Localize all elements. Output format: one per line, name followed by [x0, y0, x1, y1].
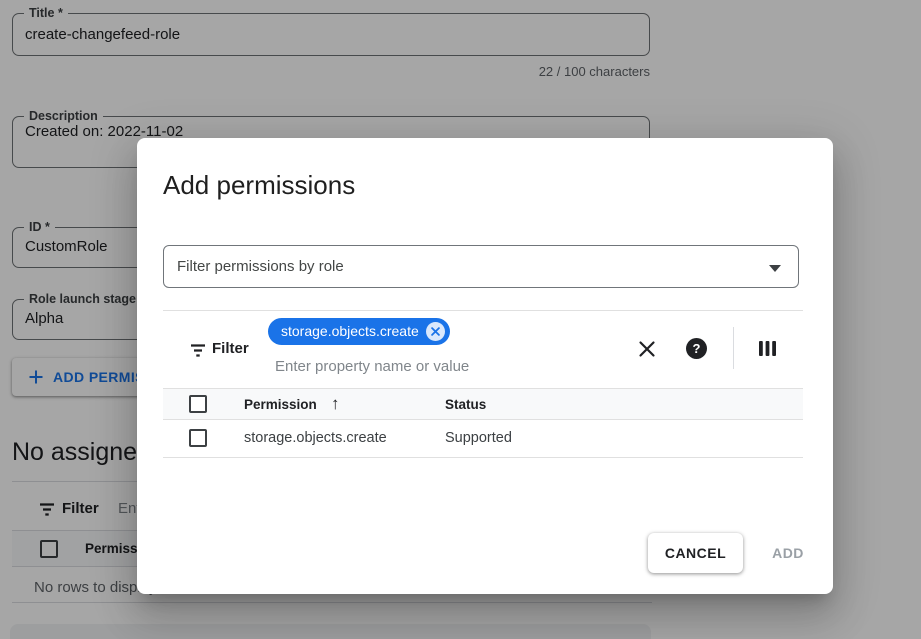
filter-icon: [189, 342, 207, 359]
divider: [163, 310, 803, 311]
row-permission-cell: storage.objects.create: [244, 430, 387, 446]
modal-filter-label[interactable]: Filter: [212, 340, 249, 357]
role-filter-select[interactable]: Filter permissions by role: [163, 245, 799, 288]
divider: [733, 327, 734, 369]
row-status-cell: Supported: [445, 430, 512, 446]
filter-chip-label: storage.objects.create: [281, 318, 419, 345]
filter-chip[interactable]: storage.objects.create: [268, 318, 450, 345]
remove-chip-icon[interactable]: [426, 322, 445, 341]
table-row[interactable]: storage.objects.create Supported: [163, 420, 803, 458]
cancel-button[interactable]: CANCEL: [648, 533, 743, 573]
help-icon[interactable]: ?: [686, 338, 707, 359]
status-column-header[interactable]: Status: [445, 397, 486, 412]
chevron-down-icon: [769, 265, 781, 272]
column-display-icon[interactable]: [759, 341, 776, 356]
clear-filter-icon[interactable]: [637, 339, 657, 359]
role-filter-select-value: Filter permissions by role: [177, 258, 344, 275]
sort-ascending-icon[interactable]: ↑: [331, 394, 340, 414]
modal-table-header: Permission ↑ Status: [163, 388, 803, 420]
modal-filter-input[interactable]: Enter property name or value: [275, 358, 469, 375]
permission-column-header[interactable]: Permission: [244, 397, 317, 412]
screen: Title * create-changefeed-role 22 / 100 …: [0, 0, 921, 639]
select-all-checkbox[interactable]: [189, 395, 207, 413]
add-button[interactable]: ADD: [762, 533, 814, 573]
dialog-title: Add permissions: [163, 170, 355, 201]
row-checkbox[interactable]: [189, 429, 207, 447]
add-permissions-dialog: Add permissions Filter permissions by ro…: [137, 138, 833, 594]
